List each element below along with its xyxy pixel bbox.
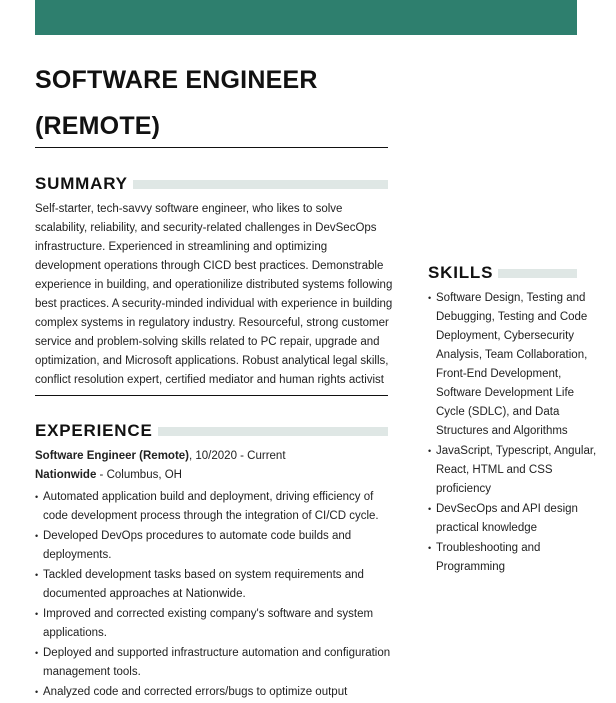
skill-item: JavaScript, Typescript, Angular, React, … — [428, 442, 603, 499]
resume-title-line1: SOFTWARE ENGINEER — [35, 66, 318, 94]
job-bullets: Automated application build and deployme… — [35, 488, 395, 702]
summary-heading-bar — [132, 179, 388, 189]
job-entry: Software Engineer (Remote), 10/2020 - Cu… — [35, 447, 395, 703]
job-title-line: Software Engineer (Remote), 10/2020 - Cu… — [35, 447, 395, 466]
job-bullet: Automated application build and deployme… — [35, 488, 395, 526]
job-bullet: Deployed and supported infrastructure au… — [35, 644, 395, 682]
job-company-line: Nationwide - Columbus, OH — [35, 466, 395, 485]
job-location: - Columbus, OH — [96, 469, 182, 481]
job-dates: , 10/2020 - Current — [189, 450, 286, 462]
skills-section-heading: SKILLS — [428, 263, 577, 283]
job-bullet: Analyzed code and corrected errors/bugs … — [35, 683, 395, 702]
skill-item: Troubleshooting and Programming — [428, 539, 603, 577]
title-divider — [35, 147, 388, 148]
job-title: Software Engineer (Remote) — [35, 450, 189, 462]
experience-heading-bar — [157, 426, 388, 436]
resume-title: SOFTWARE ENGINEER (REMOTE) — [35, 57, 395, 149]
skills-heading-bar — [498, 268, 577, 278]
summary-heading: SUMMARY — [35, 174, 128, 193]
job-company: Nationwide — [35, 469, 97, 481]
job-bullet: Improved and corrected existing company'… — [35, 605, 395, 643]
summary-text: Self-starter, tech-savvy software engine… — [35, 203, 393, 386]
skills-list-container: Software Design, Testing and Debugging, … — [428, 289, 603, 578]
skill-item: DevSecOps and API design practical knowl… — [428, 500, 603, 538]
header-accent-bar — [35, 0, 577, 35]
skills-heading: SKILLS — [428, 263, 494, 282]
experience-section-heading: EXPERIENCE — [35, 421, 388, 441]
summary-divider — [35, 395, 388, 396]
job-bullet: Tackled development tasks based on syste… — [35, 566, 395, 604]
skill-item: Software Design, Testing and Debugging, … — [428, 289, 603, 441]
skills-list: Software Design, Testing and Debugging, … — [428, 289, 603, 577]
experience-heading: EXPERIENCE — [35, 421, 153, 440]
job-bullet: Developed DevOps procedures to automate … — [35, 527, 395, 565]
resume-title-line2: (REMOTE) — [35, 112, 161, 140]
summary-section-heading: SUMMARY — [35, 174, 388, 194]
